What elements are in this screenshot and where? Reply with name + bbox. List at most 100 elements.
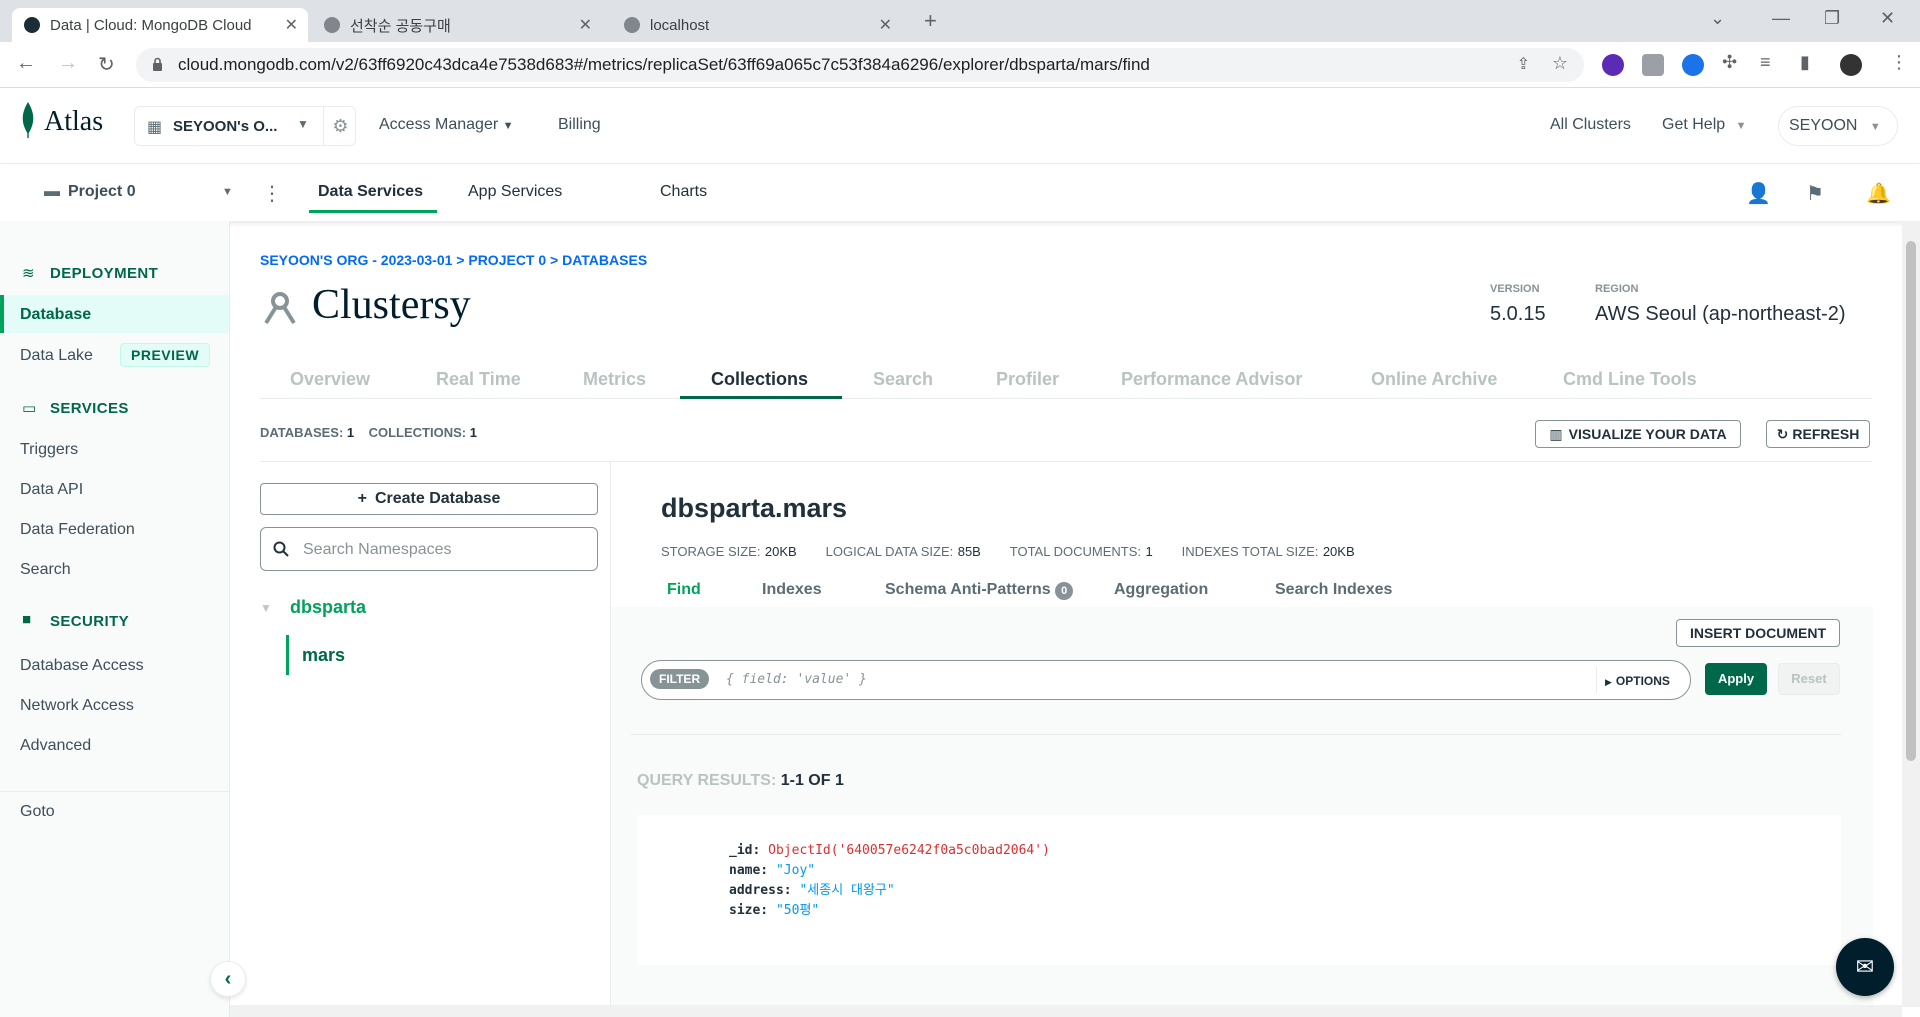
sidebar-item-database[interactable]: Database [0, 295, 229, 333]
filter-input[interactable]: { field: 'value' } [726, 672, 867, 687]
billing-link[interactable]: Billing [558, 116, 601, 134]
subtab-schema-anti-patterns[interactable]: Schema Anti-Patterns 0 [885, 581, 1074, 600]
all-clusters-link[interactable]: All Clusters [1550, 116, 1631, 134]
minimize-icon[interactable]: — [1772, 8, 1790, 29]
close-tab-icon[interactable]: ✕ [579, 15, 592, 35]
puzzle-icon[interactable]: ✣ [1722, 52, 1737, 73]
subtab-search-indexes[interactable]: Search Indexes [1275, 581, 1392, 599]
horizontal-scrollbar[interactable] [230, 1005, 1902, 1017]
address-bar[interactable]: cloud.mongodb.com/v2/63ff6920c43dca4e753… [136, 48, 1584, 82]
notifications-bell-icon[interactable]: 🔔 [1866, 181, 1891, 206]
sidebar-item-advanced[interactable]: Advanced [20, 737, 91, 755]
subtab-indexes[interactable]: Indexes [762, 581, 822, 599]
share-icon[interactable]: ⇪ [1517, 54, 1530, 74]
active-tab-underline [680, 396, 842, 399]
tab-app-services[interactable]: App Services [468, 183, 562, 201]
project-more-icon[interactable]: ⋮ [262, 181, 282, 206]
logical-size-label: LOGICAL DATA SIZE: [825, 544, 954, 559]
tab-search-icon[interactable]: ⌄ [1710, 8, 1725, 29]
sidebar-item-label: Database [20, 306, 92, 323]
sidebar-item-data-api[interactable]: Data API [20, 481, 83, 499]
forward-icon[interactable]: → [58, 52, 78, 75]
storage-size-label: STORAGE SIZE: [661, 544, 761, 559]
user-menu[interactable]: SEYOON ▼ [1778, 106, 1898, 146]
browser-tab[interactable]: 선착순 공동구매 ✕ [312, 8, 602, 42]
sidebar-item-triggers[interactable]: Triggers [20, 441, 78, 459]
reload-icon[interactable]: ↻ [98, 52, 115, 77]
profile-avatar[interactable] [1840, 54, 1862, 76]
tab-overview[interactable]: Overview [290, 369, 370, 390]
chrome-menu-icon[interactable]: ⋮ [1890, 52, 1908, 73]
query-results-summary: QUERY RESULTS: 1-1 OF 1 [637, 772, 844, 790]
tab-profiler[interactable]: Profiler [996, 369, 1059, 390]
subtab-find[interactable]: Find [667, 581, 701, 599]
tab-performance-advisor[interactable]: Performance Advisor [1121, 369, 1302, 390]
filter-label: FILTER [650, 669, 710, 689]
invite-user-icon[interactable]: 👤 [1746, 181, 1771, 206]
media-control-icon[interactable]: ≡ [1760, 52, 1771, 73]
options-toggle[interactable]: ▶ OPTIONS [1596, 667, 1682, 693]
camera-extension-icon[interactable] [1642, 54, 1664, 76]
back-icon[interactable]: ← [16, 52, 36, 75]
org-settings-gear-icon[interactable]: ⚙ [323, 107, 357, 145]
globe-icon [324, 17, 340, 33]
close-tab-icon[interactable]: ✕ [285, 15, 298, 35]
tab-search[interactable]: Search [873, 369, 933, 390]
activity-feed-icon[interactable]: ⚑ [1806, 181, 1824, 206]
tab-online-archive[interactable]: Online Archive [1371, 369, 1497, 390]
doc-field-name: name: "Joy" [729, 861, 1841, 881]
sidebar: ≋ DEPLOYMENT Database Data Lake PREVIEW … [0, 221, 246, 1017]
vertical-scrollbar[interactable] [1902, 221, 1920, 1007]
atlas-logo[interactable]: Atlas [44, 106, 103, 138]
reset-button[interactable]: Reset [1778, 663, 1840, 695]
sidebar-item-goto[interactable]: Goto [20, 803, 55, 821]
tab-metrics[interactable]: Metrics [583, 369, 646, 390]
caret-down-icon[interactable]: ▼ [260, 601, 272, 615]
project-selector[interactable]: ▬ Project 0 ▼ [44, 183, 234, 205]
tab-data-services[interactable]: Data Services [318, 183, 423, 201]
breadcrumb[interactable]: SEYOON'S ORG - 2023-03-01 > PROJECT 0 > … [260, 252, 647, 268]
document-card[interactable]: _id: ObjectId('640057e6242f0a5c0bad2064'… [637, 815, 1841, 965]
bookmark-star-icon[interactable]: ☆ [1552, 53, 1568, 74]
scrollbar-thumb[interactable] [1906, 241, 1916, 761]
insert-document-button[interactable]: INSERT DOCUMENT [1676, 619, 1840, 647]
tab-real-time[interactable]: Real Time [436, 369, 521, 390]
region-value: AWS Seoul (ap-northeast-2) [1595, 303, 1846, 325]
browser-tab[interactable]: localhost ✕ [612, 8, 902, 42]
sidebar-item-database-access[interactable]: Database Access [20, 657, 144, 675]
access-manager-label: Access Manager [379, 116, 499, 133]
browser-tab-active[interactable]: Data | Cloud: MongoDB Cloud ✕ [12, 8, 308, 42]
tab-cmd-line-tools[interactable]: Cmd Line Tools [1563, 369, 1697, 390]
extension-icon[interactable] [1682, 54, 1704, 76]
visualize-your-data-button[interactable]: ▥ VISUALIZE YOUR DATA [1535, 420, 1741, 448]
tab-charts[interactable]: Charts [660, 183, 707, 201]
restore-icon[interactable]: ❐ [1824, 8, 1840, 29]
tree-collection-mars[interactable]: mars [302, 645, 345, 666]
chat-support-icon[interactable]: ✉ [1836, 938, 1894, 996]
close-window-icon[interactable]: ✕ [1880, 8, 1895, 29]
new-tab-icon[interactable]: + [924, 8, 937, 34]
refresh-label: REFRESH [1792, 426, 1860, 442]
subtab-aggregation[interactable]: Aggregation [1114, 581, 1208, 599]
tab-collections[interactable]: Collections [711, 369, 808, 390]
sidebar-item-data-lake[interactable]: Data Lake [20, 347, 93, 365]
close-tab-icon[interactable]: ✕ [879, 15, 892, 35]
count-badge: 0 [1055, 582, 1074, 600]
tree-database-dbsparta[interactable]: dbsparta [290, 597, 366, 618]
region-label: REGION [1595, 283, 1639, 295]
refresh-button[interactable]: ↻ REFRESH [1766, 420, 1870, 448]
apply-button[interactable]: Apply [1705, 663, 1767, 695]
get-help-menu[interactable]: Get Help ▼ [1662, 116, 1746, 134]
tabs-divider [260, 398, 1872, 399]
create-database-button[interactable]: + Create Database [260, 483, 598, 515]
building-icon: ▦ [147, 119, 163, 136]
side-panel-icon[interactable]: ▮ [1800, 52, 1810, 73]
search-namespaces-input[interactable]: Search Namespaces [260, 527, 598, 571]
collection-title: dbsparta.mars [661, 493, 848, 523]
sidebar-item-network-access[interactable]: Network Access [20, 697, 134, 715]
sidebar-item-search[interactable]: Search [20, 561, 71, 579]
org-selector[interactable]: ▦ SEYOON's O... ▼ ⚙ [134, 106, 356, 146]
download-extension-icon[interactable] [1602, 54, 1624, 76]
access-manager-menu[interactable]: Access Manager ▼ [379, 116, 514, 134]
sidebar-item-data-federation[interactable]: Data Federation [20, 521, 135, 539]
